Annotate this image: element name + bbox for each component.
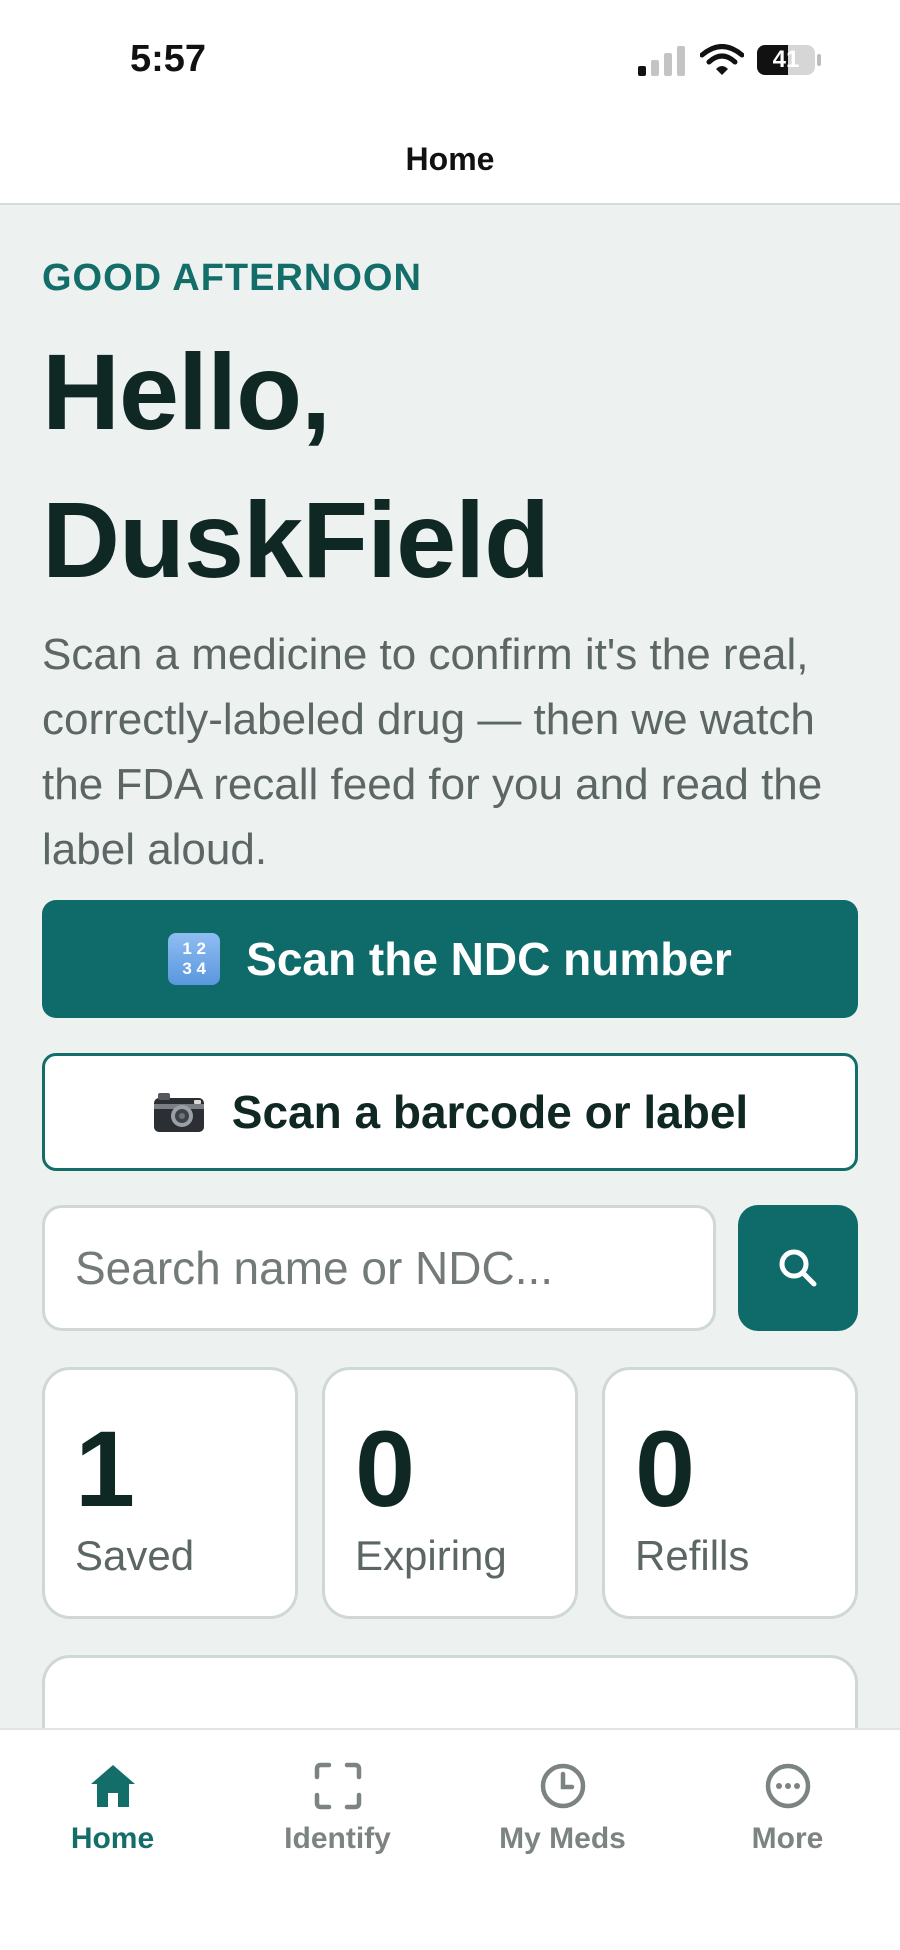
search-button[interactable]: [738, 1205, 858, 1331]
numbers-icon: 1 2 3 4: [168, 933, 221, 985]
camera-icon: [152, 1090, 206, 1134]
scan-barcode-button[interactable]: Scan a barcode or label: [42, 1053, 858, 1171]
tab-my-meds[interactable]: My Meds: [450, 1760, 675, 1890]
stat-value: 0: [355, 1408, 416, 1529]
more-icon: [765, 1763, 810, 1809]
stat-card-expiring[interactable]: 0 Expiring: [322, 1367, 578, 1619]
stat-value: 0: [635, 1408, 696, 1529]
home-screen: 5:57 41 Home GOOD AFTERNOON Hello, DuskF…: [0, 0, 900, 1950]
intro-text: Scan a medicine to confirm it's the real…: [42, 630, 823, 874]
cellular-signal-icon: [638, 46, 685, 76]
tab-label: Home: [70, 1822, 155, 1855]
scan-ndc-button[interactable]: 1 2 3 4 Scan the NDC number: [42, 900, 858, 1018]
home-indicator: [300, 1916, 600, 1926]
scan-ndc-label: Scan the NDC number: [246, 933, 732, 985]
stat-value: 1: [75, 1408, 136, 1529]
numbers-icon-top: 1 2: [182, 939, 206, 958]
page-title: Home: [405, 140, 495, 177]
tab-label: Identify: [284, 1822, 391, 1855]
status-time: 5:57: [130, 38, 207, 80]
hello-line-1: Hello,: [42, 331, 331, 452]
numbers-icon-bottom: 3 4: [182, 959, 206, 978]
hello-line-2: DuskField: [42, 479, 550, 600]
main-content: GOOD AFTERNOON Hello, DuskField Scan a m…: [42, 205, 858, 1815]
clock-icon: [540, 1763, 585, 1809]
status-bar: 5:57 41: [0, 0, 900, 115]
tab-home[interactable]: Home: [0, 1760, 225, 1890]
tab-identify[interactable]: Identify: [225, 1760, 450, 1890]
stats-row: 1 Saved 0 Expiring 0 Refills: [42, 1367, 858, 1619]
battery-level: 41: [772, 46, 800, 73]
stat-label: Saved: [75, 1532, 195, 1579]
tab-more[interactable]: More: [675, 1760, 900, 1890]
hello-heading: Hello, DuskField: [42, 318, 858, 614]
stat-card-saved[interactable]: 1 Saved: [42, 1367, 298, 1619]
nav-header: Home: [0, 115, 900, 205]
tab-label: More: [751, 1822, 824, 1855]
battery-icon: 41: [756, 44, 822, 76]
stat-label: Refills: [635, 1532, 750, 1579]
scan-barcode-label: Scan a barcode or label: [231, 1086, 749, 1138]
wifi-icon: [700, 44, 744, 75]
tab-label: My Meds: [499, 1822, 626, 1855]
stat-card-refills[interactable]: 0 Refills: [602, 1367, 858, 1619]
stat-label: Expiring: [355, 1532, 507, 1579]
scan-frame-icon: [314, 1762, 361, 1810]
greeting-label: GOOD AFTERNOON: [42, 257, 422, 299]
search-icon: [779, 1249, 817, 1287]
home-icon: [90, 1765, 135, 1807]
search-input[interactable]: [42, 1205, 716, 1331]
